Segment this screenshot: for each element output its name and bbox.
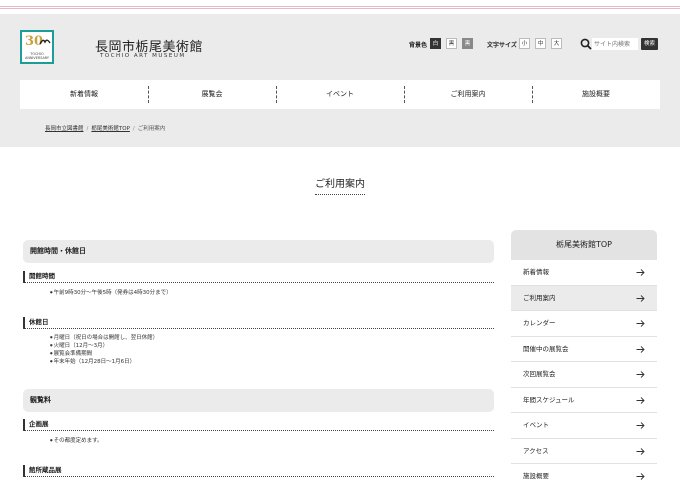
sidebar-nav: 栃尾美術館TOP 新着情報 ご利用案内 カレンダー 開催中の展覧会 次回展覧会 … xyxy=(511,230,657,480)
top-line-1 xyxy=(0,6,680,7)
sidebar-item-facility[interactable]: 施設概要 xyxy=(511,464,657,480)
breadcrumb: 長岡市立図書館 / 栃尾美術館TOP / ご利用案内 xyxy=(45,124,165,132)
list-item: 月曜日（祝日の場合は開館し、翌日休館） xyxy=(50,334,159,342)
bird-icon xyxy=(39,39,51,45)
hours-list: 午前9時30分〜午後5時（発券は4時30分まで） xyxy=(50,289,172,297)
page-title: ご利用案内 xyxy=(0,172,680,195)
arrow-right-icon xyxy=(636,447,645,455)
search-icon xyxy=(580,38,592,50)
search-input[interactable] xyxy=(592,38,638,50)
bg-white-button[interactable]: 白 xyxy=(430,38,441,49)
anniversary-logo[interactable]: 30 TOCHIO ANNIVERSARY xyxy=(20,30,54,64)
sidebar-item-label: アクセス xyxy=(523,446,549,455)
font-medium-button[interactable]: 中 xyxy=(535,38,546,49)
sidebar-item-current-exhibition[interactable]: 開催中の展覧会 xyxy=(511,336,657,362)
arrow-right-icon xyxy=(636,396,645,404)
sidebar-item-label: イベント xyxy=(523,421,549,429)
list-item: その都度定めます。 xyxy=(50,437,103,445)
arrow-right-icon xyxy=(636,320,645,327)
arrow-right-icon xyxy=(636,269,645,276)
sidebar-item-annual-schedule[interactable]: 年間スケジュール xyxy=(511,387,657,413)
sidebar-title[interactable]: 栃尾美術館TOP xyxy=(511,230,657,260)
sidebar-item-news[interactable]: 新着情報 xyxy=(511,260,657,286)
sidebar-item-label: 新着情報 xyxy=(523,268,549,276)
arrow-right-icon xyxy=(636,473,645,480)
arrow-right-icon xyxy=(636,422,645,429)
breadcrumb-separator: / xyxy=(132,126,135,132)
sidebar-item-label: カレンダー xyxy=(523,319,556,327)
nav-exhibitions[interactable]: 展覧会 xyxy=(148,80,276,109)
subheading-closed-days: 休館日 xyxy=(23,317,494,329)
sidebar-item-label: 開催中の展覧会 xyxy=(523,344,569,353)
sidebar-item-label: 次回展覧会 xyxy=(523,370,556,378)
sidebar-item-label: 年間スケジュール xyxy=(523,395,575,404)
sidebar-item-guide[interactable]: ご利用案内 xyxy=(511,285,657,311)
section-heading-admission: 観覧料 xyxy=(23,389,494,412)
nav-news[interactable]: 新着情報 xyxy=(20,80,148,109)
list-item: 展覧会準備期間 xyxy=(50,350,158,358)
global-nav: 新着情報 展覧会 イベント ご利用案内 施設概要 xyxy=(20,80,660,109)
logo-subtext: TOCHIO ANNIVERSARY xyxy=(25,52,49,60)
arrow-right-icon xyxy=(636,345,645,353)
sidebar-item-access[interactable]: アクセス xyxy=(511,438,657,464)
bg-color-label: 背景色 xyxy=(409,42,428,49)
closed-days-list: 月曜日（祝日の場合は開館し、翌日休館） 火曜日（12月〜3月） 展覧会準備期間 … xyxy=(50,334,159,366)
bg-gray-button[interactable]: 黒 xyxy=(462,38,473,49)
breadcrumb-library[interactable]: 長岡市立図書館 xyxy=(45,126,84,132)
nav-facility[interactable]: 施設概要 xyxy=(532,80,660,109)
list-item: 午前9時30分〜午後5時（発券は4時30分まで） xyxy=(50,289,172,297)
top-decor-lines xyxy=(0,0,680,14)
font-large-button[interactable]: 大 xyxy=(551,38,562,49)
subheading-special-exhibition: 企画展 xyxy=(23,419,494,431)
arrow-right-icon xyxy=(636,371,645,378)
site-subtitle: TOCHIO ART MUSEUM xyxy=(100,53,186,59)
arrow-right-icon xyxy=(636,294,645,302)
sidebar-item-events[interactable]: イベント xyxy=(511,413,657,439)
list-item: 年末年始（12月28日〜1月6日） xyxy=(50,358,158,366)
subheading-opening-hours: 開館時間 xyxy=(23,271,494,283)
sidebar-item-next-exhibition[interactable]: 次回展覧会 xyxy=(511,362,657,388)
subheading-collection-exhibition: 館所蔵品展 xyxy=(23,465,494,477)
special-exhibition-list: その都度定めます。 xyxy=(50,437,103,445)
sidebar-item-label: 施設概要 xyxy=(523,472,549,480)
list-item: 火曜日（12月〜3月） xyxy=(50,342,158,350)
breadcrumb-current: ご利用案内 xyxy=(137,126,166,132)
font-size-label: 文字サイズ xyxy=(487,42,517,49)
top-line-2 xyxy=(0,8,680,9)
breadcrumb-museum-top[interactable]: 栃尾美術館TOP xyxy=(91,126,130,132)
breadcrumb-separator: / xyxy=(86,126,89,132)
sidebar-item-calendar[interactable]: カレンダー xyxy=(511,311,657,337)
page-title-text: ご利用案内 xyxy=(315,175,365,195)
font-small-button[interactable]: 小 xyxy=(519,38,530,49)
section-heading-hours: 開館時間・休館日 xyxy=(23,240,494,263)
nav-guide[interactable]: ご利用案内 xyxy=(404,80,532,109)
site-header: 30 TOCHIO ANNIVERSARY 長岡市栃尾美術館 TOCHIO AR… xyxy=(0,14,680,147)
nav-events[interactable]: イベント xyxy=(276,80,404,109)
bg-black-button[interactable]: 黒 xyxy=(446,38,457,49)
search-button[interactable]: 検索 xyxy=(641,38,658,50)
sidebar-item-label: ご利用案内 xyxy=(523,293,556,302)
